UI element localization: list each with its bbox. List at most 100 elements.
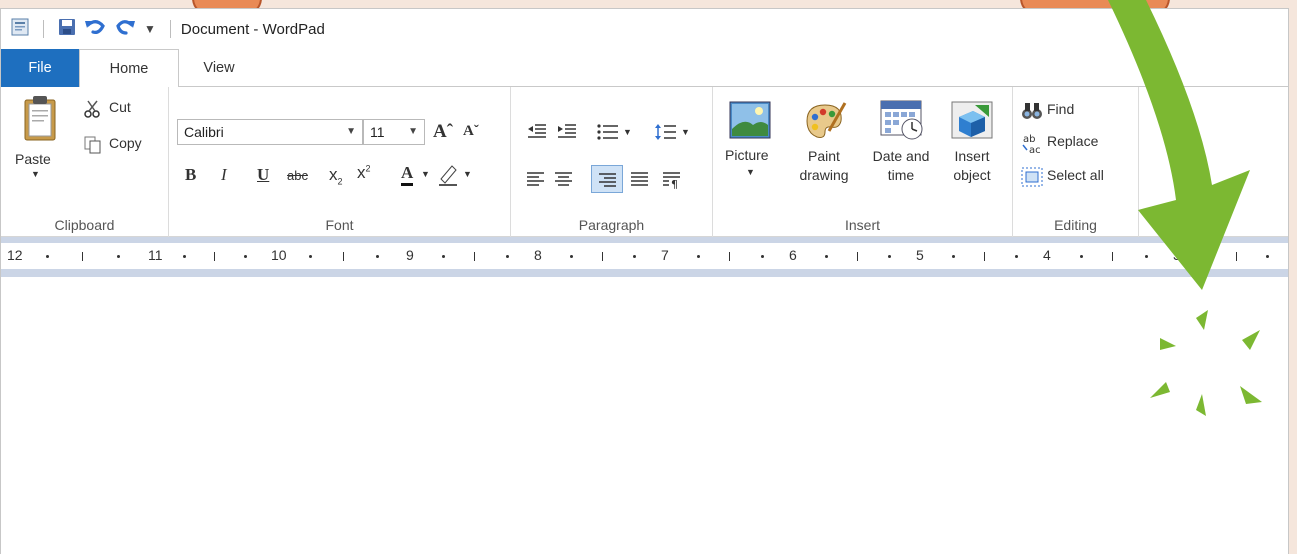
shrink-font-icon[interactable]: Aˇ [463, 123, 479, 140]
strikethrough-icon[interactable]: abc [287, 168, 308, 183]
editing-group-label: Editing [1054, 217, 1097, 233]
title-bar: ▼ Document - WordPad [1, 9, 1288, 49]
ruler-number: 10 [271, 247, 287, 263]
cut-button[interactable]: Cut [83, 99, 163, 123]
text-color-icon[interactable]: A [401, 163, 414, 186]
highlight-icon[interactable] [437, 163, 459, 192]
insert-object-button[interactable]: Insert object [941, 93, 1003, 203]
ribbon: Paste ▼ Cut Copy Clipboard Calibri ▼ 11 … [1, 87, 1288, 237]
tab-file[interactable]: File [1, 49, 79, 87]
binoculars-icon [1021, 101, 1043, 126]
ruler-dot [442, 255, 445, 258]
replace-label: Replace [1047, 133, 1099, 149]
decrease-indent-icon[interactable] [527, 123, 547, 146]
superscript-icon[interactable]: x2 [357, 163, 371, 183]
editing-group: Find ab ac Replace Select all Editing [1013, 87, 1139, 237]
increase-indent-icon[interactable] [557, 123, 577, 146]
chevron-down-icon: ▼ [408, 126, 418, 137]
chevron-down-icon[interactable]: ▼ [421, 169, 430, 179]
ruler-number: 11 [148, 247, 163, 263]
ruler-dot [244, 255, 247, 258]
copy-label: Copy [109, 135, 142, 151]
palette-icon [801, 99, 847, 146]
chevron-down-icon[interactable]: ▼ [623, 127, 632, 137]
copy-button[interactable]: Copy [83, 135, 163, 159]
align-right-icon[interactable] [591, 165, 623, 193]
find-label: Find [1047, 101, 1075, 117]
ruler-tick [1112, 252, 1113, 261]
undo-icon[interactable] [84, 18, 106, 41]
ruler-tick [214, 252, 215, 261]
ruler-dot [1080, 255, 1083, 258]
paint-label: Paint [808, 148, 840, 164]
ruler-tick [857, 252, 858, 261]
redo-icon[interactable] [114, 18, 136, 41]
ruler-dot [761, 255, 764, 258]
ruler-dot [117, 255, 120, 258]
ruler-dot [570, 255, 573, 258]
align-center-icon[interactable] [555, 171, 573, 192]
ruler-dot [1145, 255, 1148, 258]
ruler-dot [46, 255, 49, 258]
document-editing-area[interactable] [1, 277, 1288, 554]
ruler-tick [729, 252, 730, 261]
ruler-number: 5 [916, 247, 924, 263]
replace-icon: ab ac [1021, 133, 1045, 160]
ruler-tick [82, 252, 83, 261]
ruler-tick [984, 252, 985, 261]
underline-icon[interactable]: U [257, 165, 269, 185]
cut-label: Cut [109, 99, 131, 115]
ruler-dot [1266, 255, 1269, 258]
tab-view[interactable]: View [179, 49, 259, 87]
line-spacing-icon[interactable] [655, 123, 677, 146]
replace-button[interactable]: ab ac Replace [1021, 133, 1133, 157]
ruler-tick [602, 252, 603, 261]
ruler-tick [1236, 252, 1237, 261]
ruler[interactable]: 12 11 10 9 8 7 6 5 4 3 [1, 243, 1288, 269]
quick-access-toolbar: ▼ [11, 18, 177, 41]
select-all-button[interactable]: Select all [1021, 167, 1137, 191]
save-icon[interactable] [58, 18, 76, 41]
chevron-down-icon[interactable]: ▼ [681, 127, 690, 137]
clipboard-group: Paste ▼ Cut Copy Clipboard [1, 87, 169, 237]
font-group: Calibri ▼ 11 ▼ Aˆ Aˇ B I U abc x2 x2 A ▼… [169, 87, 511, 237]
paragraph-group: ▼ ▼ ¶ Paragraph [511, 87, 713, 237]
bold-icon[interactable]: B [185, 165, 196, 185]
toolbar-separator [169, 20, 171, 38]
chevron-down-icon[interactable]: ▼ [463, 169, 472, 179]
date-time-button[interactable]: Date and time [863, 93, 939, 203]
subscript-icon[interactable]: x2 [329, 165, 343, 186]
scissors-icon [83, 99, 103, 124]
justify-icon[interactable] [631, 171, 649, 192]
font-family-select[interactable]: Calibri ▼ [177, 119, 363, 145]
ruler-number: 7 [661, 247, 669, 263]
ruler-number: 4 [1043, 247, 1051, 263]
wordpad-app-icon[interactable] [11, 18, 29, 41]
chevron-down-icon: ▼ [746, 167, 755, 177]
tab-home[interactable]: Home [79, 49, 179, 87]
ruler-dot [506, 255, 509, 258]
svg-text:ab: ab [1023, 134, 1035, 145]
find-button[interactable]: Find [1021, 101, 1133, 125]
bullet-list-icon[interactable] [597, 123, 619, 146]
align-left-icon[interactable] [527, 171, 545, 192]
copy-icon [83, 135, 103, 160]
clipboard-group-label: Clipboard [54, 217, 115, 233]
ruler-number: 9 [406, 247, 414, 263]
italic-icon[interactable]: I [221, 165, 227, 185]
font-size-select[interactable]: 11 ▼ [363, 119, 425, 145]
ribbon-tabs: File Home View [1, 49, 1288, 87]
chevron-down-icon: ▼ [31, 169, 40, 179]
paint-drawing-button[interactable]: Paint drawing [789, 93, 859, 203]
ruler-dot [183, 255, 186, 258]
ruler-dot [376, 255, 379, 258]
paragraph-settings-icon[interactable]: ¶ [663, 171, 681, 194]
grow-font-icon[interactable]: Aˆ [433, 121, 453, 143]
customize-toolbar-icon[interactable]: ▼ [144, 22, 156, 36]
ruler-band: 12 11 10 9 8 7 6 5 4 3 [1, 237, 1288, 277]
chevron-down-icon: ▼ [346, 126, 356, 137]
paste-button[interactable]: Paste ▼ [11, 95, 67, 187]
ruler-dot [1207, 255, 1210, 258]
toolbar-separator [43, 20, 44, 38]
insert-picture-button[interactable]: Picture ▼ [719, 93, 781, 203]
